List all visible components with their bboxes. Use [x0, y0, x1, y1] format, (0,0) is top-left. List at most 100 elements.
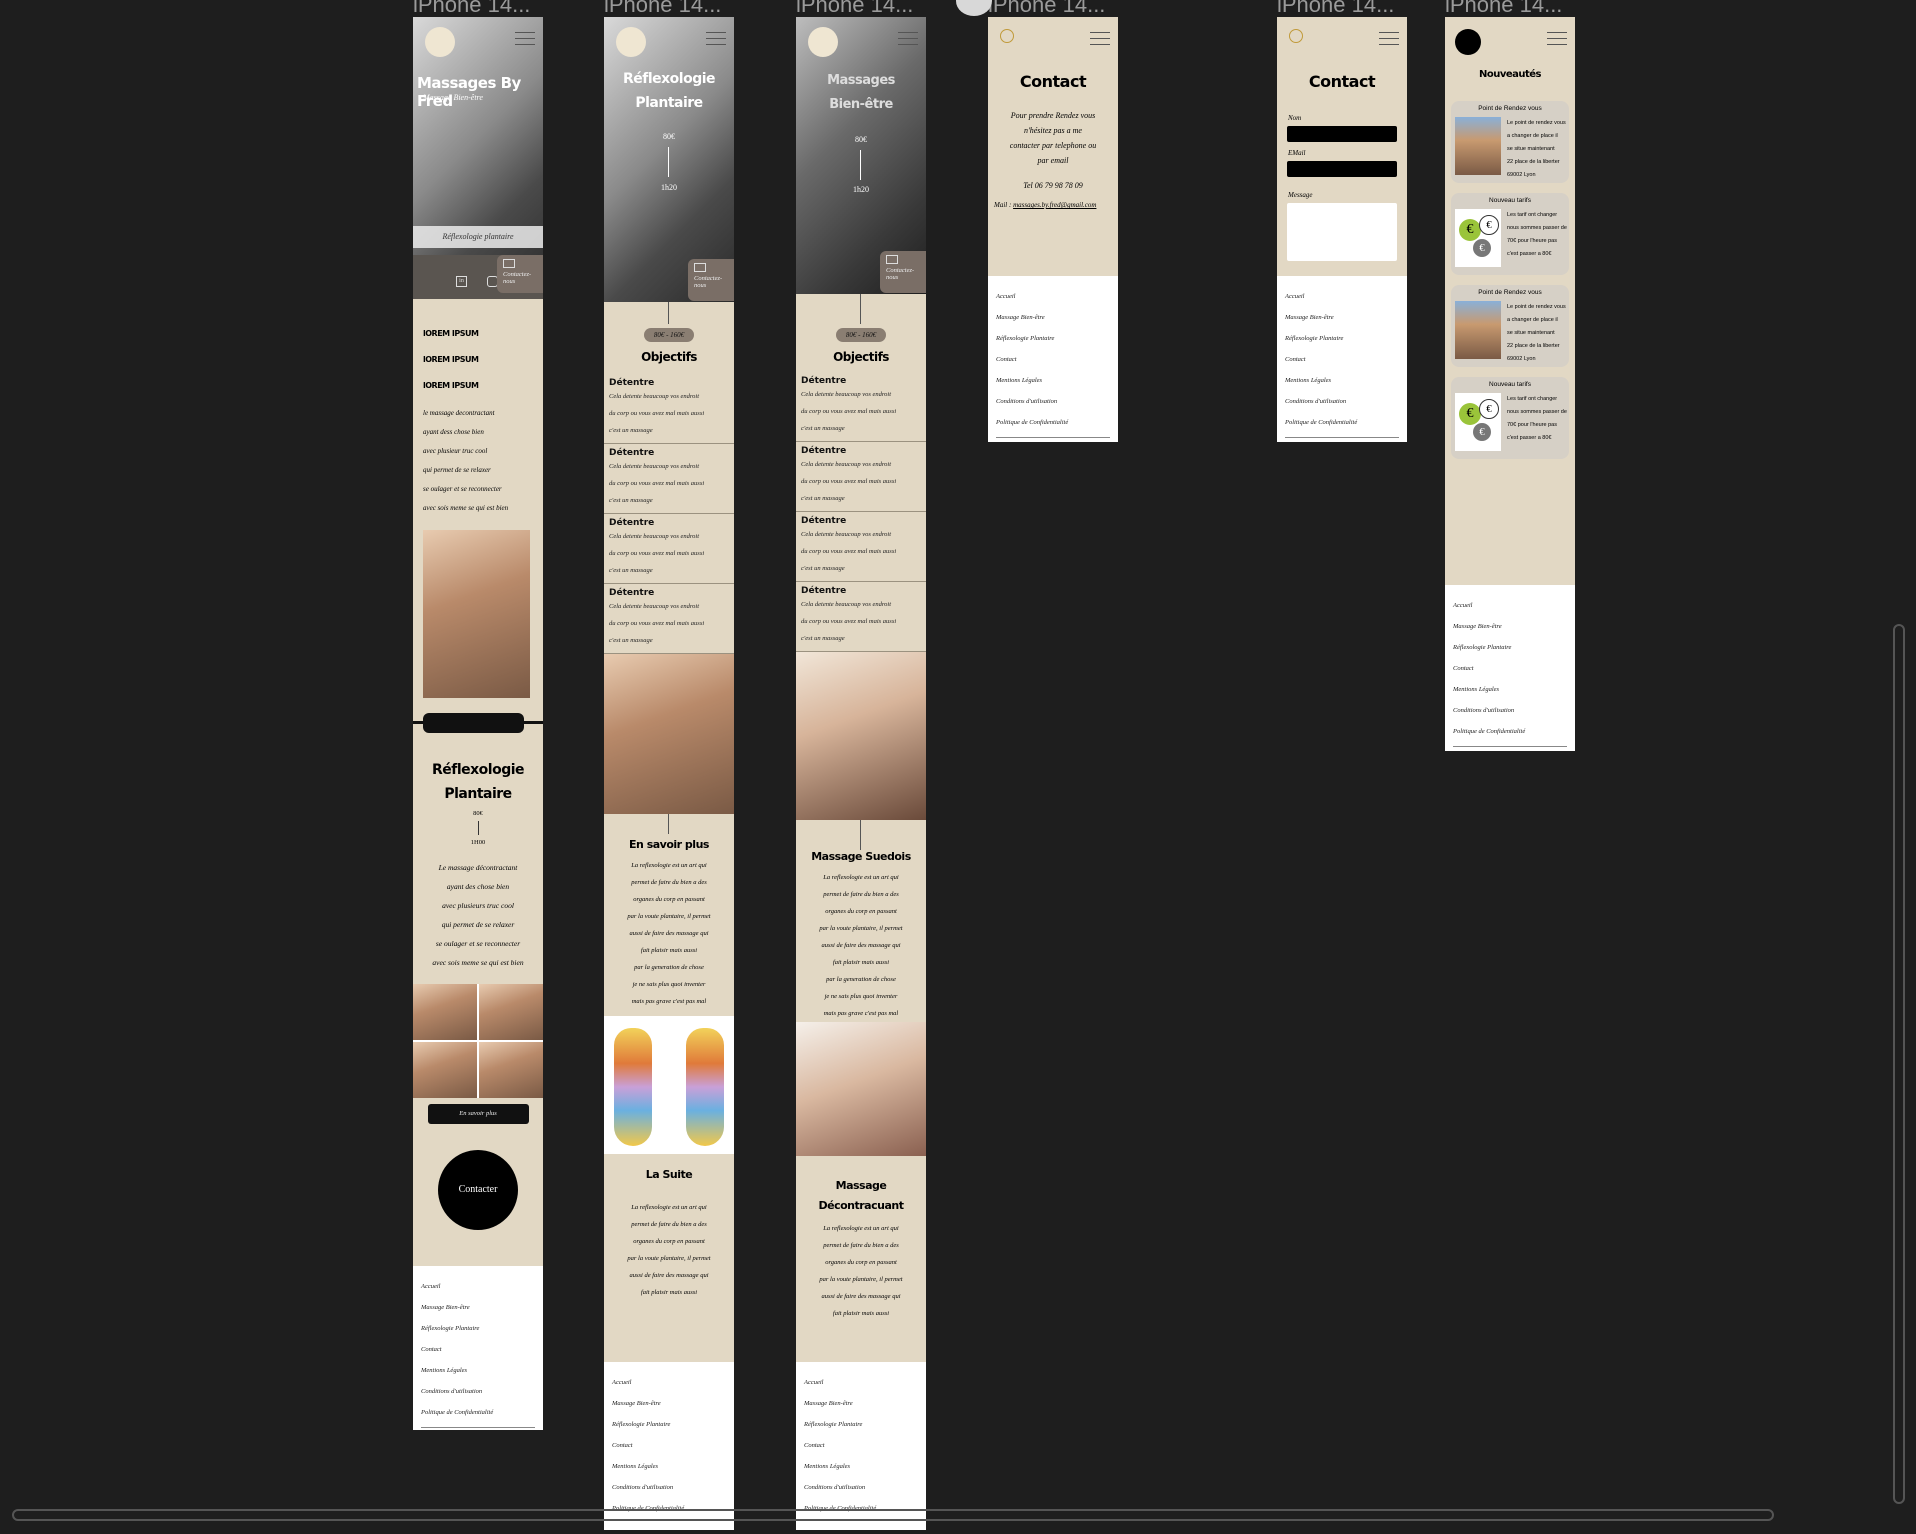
- contact-mail-link[interactable]: massages.by.fred@gmail.com: [1013, 201, 1096, 209]
- footer-link-mentions[interactable]: Mentions Légales: [996, 370, 1110, 391]
- contact-phone[interactable]: Tel 06 79 98 78 09: [988, 181, 1118, 190]
- footer-link-accueil[interactable]: Accueil: [612, 1372, 726, 1393]
- footer-link-conditions[interactable]: Conditions d'utilisation: [612, 1477, 726, 1498]
- footer-link-reflexologie[interactable]: Réflexologie Plantaire: [1453, 637, 1567, 658]
- footer-link-mentions[interactable]: Mentions Légales: [612, 1456, 726, 1477]
- logo[interactable]: [1289, 29, 1315, 43]
- footer-link-contact[interactable]: Contact: [421, 1339, 535, 1360]
- footer-link-reflexologie[interactable]: Réflexologie Plantaire: [1285, 328, 1399, 349]
- more-button[interactable]: En savoir plus: [427, 1104, 529, 1124]
- footer-link-contact[interactable]: Contact: [804, 1435, 918, 1456]
- footer-link-conditions[interactable]: Conditions d'utilisation: [421, 1381, 535, 1402]
- footer-link-politique[interactable]: Politique de Confidentialité: [996, 412, 1110, 433]
- footer: Accueil Massage Bien-être Réflexologie P…: [796, 1362, 926, 1530]
- footer-link-accueil[interactable]: Accueil: [421, 1276, 535, 1297]
- footer-link-reflexologie[interactable]: Réflexologie Plantaire: [421, 1318, 535, 1339]
- footer-link-mentions[interactable]: Mentions Légales: [1453, 679, 1567, 700]
- footer-link-accueil[interactable]: Accueil: [996, 286, 1110, 307]
- menu-icon[interactable]: [1090, 32, 1110, 50]
- footer-link-reflexologie[interactable]: Réflexologie Plantaire: [996, 328, 1110, 349]
- frame-contact-form: Contact Nom EMail Message Accueil Massag…: [1277, 17, 1407, 442]
- logo[interactable]: [616, 27, 646, 57]
- frame-title-3[interactable]: iPhone 14...: [796, 0, 913, 18]
- section-text-suite: La reflexologie est un art qui permet de …: [627, 1204, 711, 1296]
- contact-circle-button[interactable]: Contacter: [438, 1150, 518, 1230]
- menu-icon[interactable]: [1547, 32, 1567, 50]
- menu-icon[interactable]: [1379, 32, 1399, 50]
- nom-label: Nom: [1288, 114, 1302, 122]
- frame-title-5[interactable]: iPhone 14...: [1277, 0, 1394, 18]
- footer-link-accueil[interactable]: Accueil: [1285, 286, 1399, 307]
- frame-title-1[interactable]: iPhone 14...: [413, 0, 530, 18]
- footer-link-massage[interactable]: Massage Bien-être: [421, 1297, 535, 1318]
- news-card[interactable]: Nouveau tarifs € € € Les tarif ont changer no…: [1451, 377, 1569, 459]
- frame-title-2[interactable]: iPhone 14...: [604, 0, 721, 18]
- grid-photo-4: [479, 1042, 543, 1098]
- frame-title-4[interactable]: iPhone 14...: [988, 0, 1105, 18]
- menu-icon[interactable]: [898, 32, 918, 50]
- contact-tab[interactable]: Contactez-nous: [688, 259, 734, 301]
- email-field[interactable]: [1287, 161, 1397, 177]
- footer-link-mentions[interactable]: Mentions Légales: [421, 1360, 535, 1381]
- footer-link-accueil[interactable]: Accueil: [804, 1372, 918, 1393]
- footer-link-politique[interactable]: Politique de Confidentialité: [421, 1402, 535, 1423]
- nom-field[interactable]: [1287, 126, 1397, 142]
- frame-nouveautes: Nouveautés Point de Rendez vous Le point …: [1445, 17, 1575, 751]
- news-card[interactable]: Nouveau tarifs € € € Les tarif ont changer no…: [1451, 193, 1569, 275]
- footer-link-contact[interactable]: Contact: [1285, 349, 1399, 370]
- message-field[interactable]: [1287, 203, 1397, 261]
- footer-link-contact[interactable]: Contact: [612, 1435, 726, 1456]
- section-title-b: Plantaire: [444, 786, 512, 802]
- email-label: EMail: [1288, 149, 1306, 157]
- foot-massage-image: [423, 530, 530, 698]
- footer-link-massage[interactable]: Massage Bien-être: [612, 1393, 726, 1414]
- page-title: Contact: [1308, 72, 1376, 91]
- footer-link-massage[interactable]: Massage Bien-être: [1285, 307, 1399, 328]
- footer-link-conditions[interactable]: Conditions d'utilisation: [1285, 391, 1399, 412]
- footer-link-conditions[interactable]: Conditions d'utilisation: [1453, 700, 1567, 721]
- horizontal-scrollbar[interactable]: [12, 1509, 1774, 1521]
- news-card-text: Les tarif ont changer nous sommes passer …: [1507, 396, 1567, 441]
- euro-icon: € € €: [1455, 209, 1501, 267]
- face-massage-image: [796, 652, 926, 820]
- footer-link-conditions[interactable]: Conditions d'utilisation: [804, 1477, 918, 1498]
- chat-icon: [694, 263, 706, 272]
- news-card[interactable]: Point de Rendez vous Le point de rendez v…: [1451, 101, 1569, 183]
- footer-link-massage[interactable]: Massage Bien-être: [1453, 616, 1567, 637]
- news-card[interactable]: Point de Rendez vous Le point de rendez v…: [1451, 285, 1569, 367]
- news-card-title: Nouveau tarifs: [1489, 381, 1531, 388]
- logo[interactable]: [425, 27, 455, 57]
- footer-link-politique[interactable]: Politique de Confidentialité: [1285, 412, 1399, 433]
- footer: Accueil Massage Bien-être Réflexologie P…: [413, 1266, 543, 1430]
- contact-tab-label: Contactez-nous: [694, 275, 723, 289]
- footer-link-contact[interactable]: Contact: [1453, 658, 1567, 679]
- section-text: Le massage décontractant ayant des chose …: [432, 863, 524, 967]
- footer-link-reflexologie[interactable]: Réflexologie Plantaire: [612, 1414, 726, 1435]
- hero-section: Réflexologie Plantaire 80€ 1h20 Contactez…: [604, 17, 734, 302]
- footer-link-reflexologie[interactable]: Réflexologie Plantaire: [804, 1414, 918, 1435]
- footer-link-massage[interactable]: Massage Bien-être: [804, 1393, 918, 1414]
- footer-link-massage[interactable]: Massage Bien-être: [996, 307, 1110, 328]
- contact-tab[interactable]: Contactez-nous: [497, 255, 543, 293]
- linkedin-icon[interactable]: in: [456, 276, 467, 287]
- menu-icon[interactable]: [706, 32, 726, 50]
- contact-tab[interactable]: Contactez-nous: [880, 251, 926, 293]
- vertical-scrollbar[interactable]: [1893, 624, 1905, 1504]
- logo[interactable]: [808, 27, 838, 57]
- logo[interactable]: [1455, 29, 1481, 55]
- frame-title-6[interactable]: iPhone 14...: [1445, 0, 1562, 18]
- footer-link-conditions[interactable]: Conditions d'utilisation: [996, 391, 1110, 412]
- hero-section: Massages Bien-être 80€ 1h20 Contactez-nou…: [796, 17, 926, 294]
- footer-link-politique[interactable]: Politique de Confidentialité: [1453, 721, 1567, 742]
- logo[interactable]: [1000, 29, 1026, 43]
- footer-link-mentions[interactable]: Mentions Légales: [804, 1456, 918, 1477]
- menu-icon[interactable]: [515, 32, 535, 50]
- footer-link-contact[interactable]: Contact: [996, 349, 1110, 370]
- news-card-title: Point de Rendez vous: [1478, 289, 1542, 296]
- intro-text: le massage decontractant ayant dess chose…: [423, 409, 509, 512]
- slider-pill[interactable]: [423, 713, 524, 733]
- footer-link-mentions[interactable]: Mentions Légales: [1285, 370, 1399, 391]
- footer-link-accueil[interactable]: Accueil: [1453, 595, 1567, 616]
- objective-item: Détentre Cela detente beaucoup vos endroi…: [604, 514, 734, 584]
- frame-contact: Contact Pour prendre Rendez vous n'hésite…: [988, 17, 1118, 442]
